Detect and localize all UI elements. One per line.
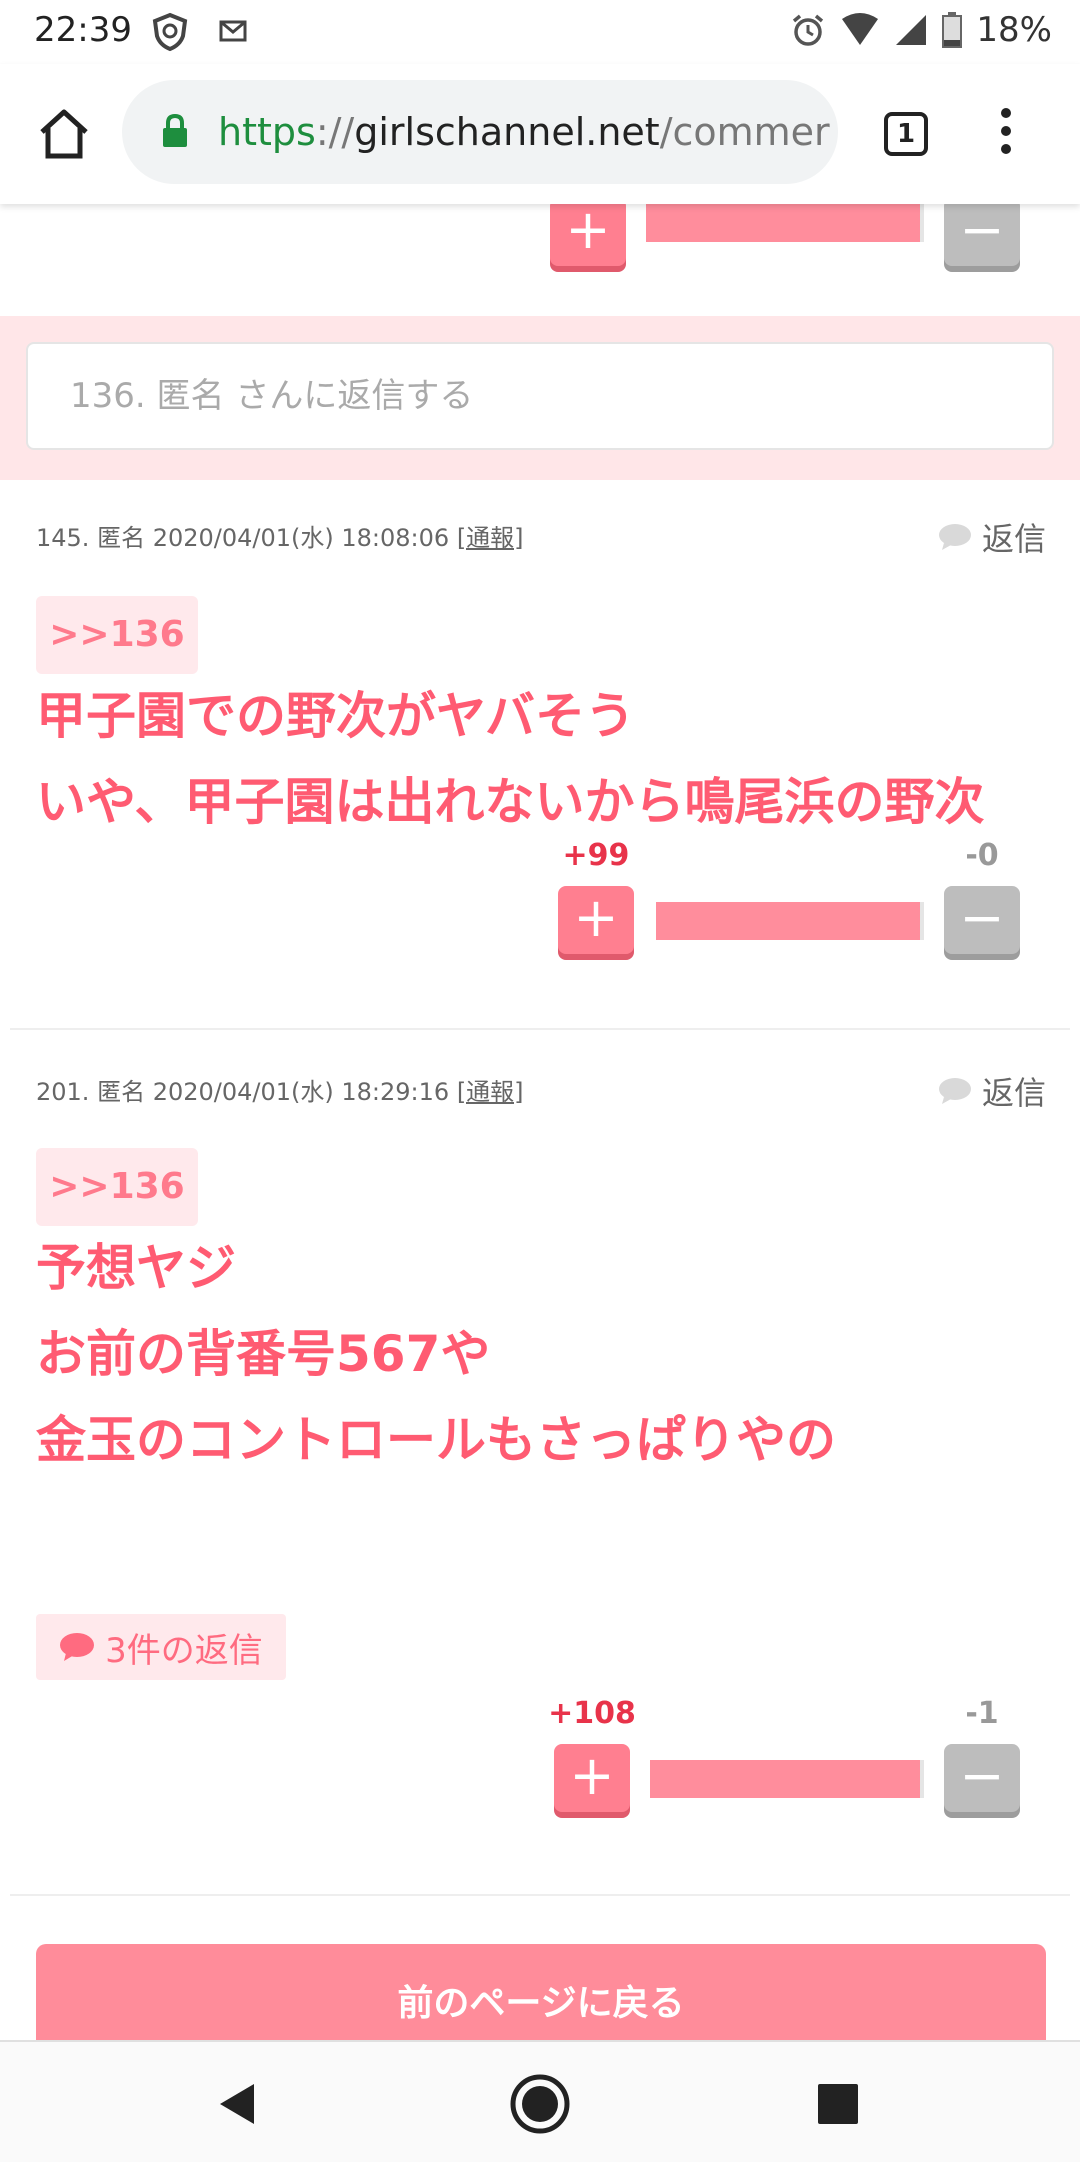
vote-bar [646,204,924,242]
signal-icon [896,15,927,45]
plus-vote-button[interactable]: + [554,1744,630,1812]
speech-bubble-icon [938,1078,971,1104]
status-time: 22:39 [34,10,132,50]
plus-count: +99 [562,838,630,873]
speech-bubble-icon [60,1633,95,1661]
comment-meta: 145. 匿名 2020/04/01(水) 18:08:06 [通報] [36,524,524,552]
browser-toolbar: https://girlschannel.net/commer 1 [0,64,1080,204]
report-link[interactable]: [通報] [457,1078,524,1106]
comment-201: 201. 匿名 2020/04/01(水) 18:29:16 [通報] 返信 >… [0,1030,1080,1906]
comment-meta: 201. 匿名 2020/04/01(水) 18:29:16 [通報] [36,1078,524,1106]
replies-badge[interactable]: 3件の返信 [36,1614,286,1680]
comment-line: 金玉のコントロールもさっぱりやの [36,1411,836,1469]
report-link[interactable]: [通報] [457,524,524,552]
anchor-link[interactable]: >>136 [36,596,198,674]
plus-count: +108 [548,1696,636,1731]
minus-vote-button[interactable]: − [944,1744,1020,1812]
overflow-menu-icon[interactable] [994,108,1018,168]
home-nav-icon[interactable] [508,2072,572,2136]
comment-line: いや、甲子園は出れないから鳴尾浜の野次 [36,773,985,831]
url-text: https://girlschannel.net/commer [218,110,830,154]
wifi-icon [842,13,879,45]
system-nav-bar [0,2040,1080,2162]
minus-vote-button[interactable]: − [944,204,1020,266]
comment-line: お前の背番号567や [36,1325,491,1383]
lock-icon [163,114,187,147]
comment-line: 甲子園での野次がヤバそう [36,687,635,745]
alarm-icon [793,14,824,46]
plus-vote-button[interactable]: + [550,204,626,266]
recents-icon[interactable] [818,2084,858,2124]
speech-bubble-icon [938,524,971,550]
minus-count: -0 [965,838,999,873]
anchor-link[interactable]: >>136 [36,1148,198,1226]
vote-bar [656,902,924,940]
reply-button[interactable]: 返信 [938,1068,1046,1114]
tab-switcher-button[interactable]: 1 [884,112,928,156]
plus-vote-button[interactable]: + [558,886,634,954]
minus-vote-button[interactable]: − [944,886,1020,954]
reply-button[interactable]: 返信 [938,514,1046,560]
prev-page-button[interactable]: 前のページに戻る [36,1944,1046,2040]
back-icon[interactable] [216,2082,256,2126]
reply-input[interactable]: 136. 匿名 さんに返信する [26,342,1054,450]
vote-bar [650,1760,924,1798]
comment-line: 予想ヤジ [36,1239,236,1297]
comment-145: 145. 匿名 2020/04/01(水) 18:08:06 [通報] 返信 >… [0,480,1080,1032]
divider [10,1894,1070,1896]
mail-notification-icon [219,20,247,42]
address-bar[interactable]: https://girlschannel.net/commer [122,80,838,184]
shield-icon [152,12,188,52]
home-icon[interactable] [34,104,94,164]
battery-icon [942,12,963,48]
battery-percent: 18% [976,10,1052,50]
page-content: + − 136. 匿名 さんに返信する 145. 匿名 2020/04/01(水… [0,204,1080,2040]
minus-count: -1 [965,1696,999,1731]
reply-form: 136. 匿名 さんに返信する [0,316,1080,480]
status-bar: 22:39 18% [0,0,1080,64]
